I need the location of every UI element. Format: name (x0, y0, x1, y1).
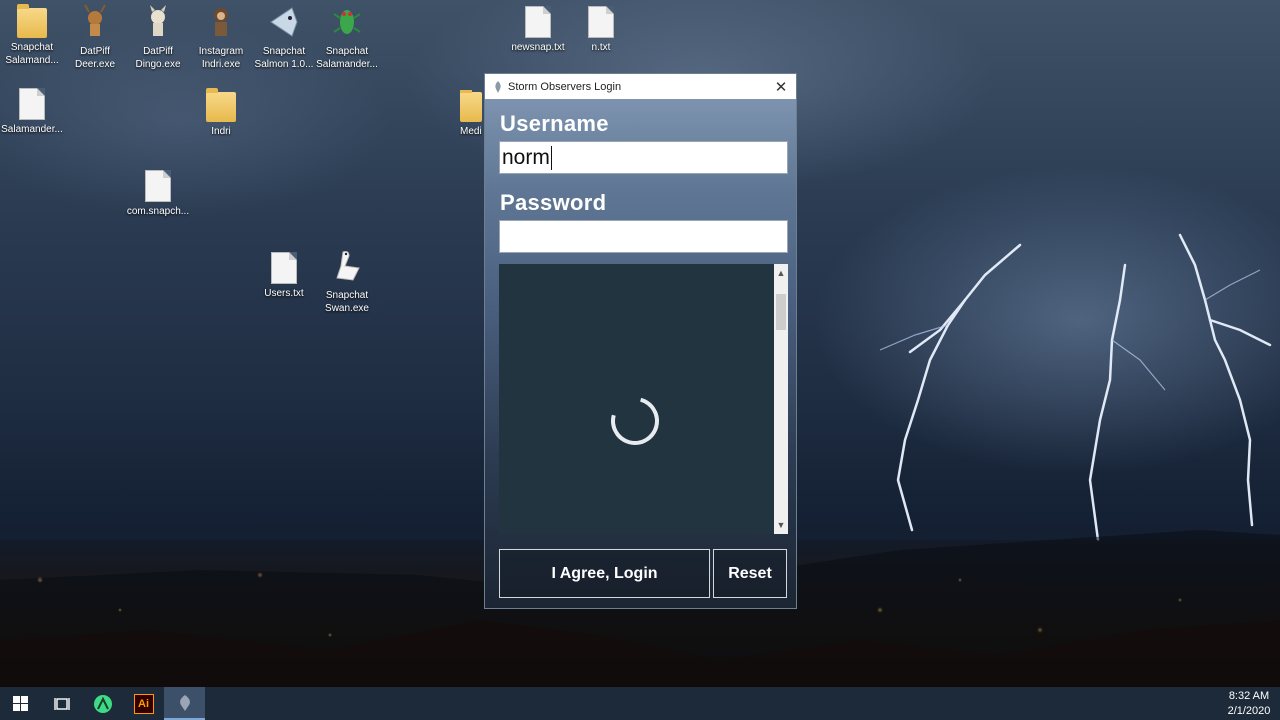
text-caret (550, 145, 552, 170)
illustrator-icon: Ai (133, 693, 154, 714)
task-view-button[interactable] (41, 687, 82, 720)
agree-login-label: I Agree, Login (551, 564, 658, 582)
folder-icon (17, 4, 47, 38)
desktop-icon-datpiff-dingo[interactable]: DatPiff Dingo.exe (126, 4, 190, 71)
desktop-icon-label: n.txt (591, 42, 611, 53)
desktop-icon-label: Users.txt (264, 288, 304, 299)
agree-login-button[interactable]: I Agree, Login (499, 549, 710, 598)
password-label: Password (500, 190, 607, 215)
taskbar-illustrator[interactable]: Ai (123, 687, 164, 720)
close-button[interactable]: ✕ (766, 74, 796, 99)
desktop-icon-snapchat-salmon[interactable]: Snapchat Salmon 1.0... (252, 4, 316, 71)
window-title: Storm Observers Login (508, 80, 622, 93)
scroll-up-icon[interactable]: ▲ (774, 266, 788, 280)
text-file-icon (19, 88, 45, 120)
deer-icon (84, 4, 106, 36)
swan-icon (336, 251, 360, 281)
desktop-icon-label: Snapchat Salamand... (5, 42, 59, 66)
desktop-icon-label: Snapchat Swan.exe (325, 290, 369, 314)
text-file-icon (588, 6, 614, 38)
desktop-icon-instagram-indri[interactable]: Instagram Indri.exe (189, 4, 253, 71)
desktop-icon-snapchat-salamander-folder[interactable]: Snapchat Salamand... (0, 4, 64, 67)
taskbar-storm-app[interactable] (164, 687, 205, 720)
desktop-icon-label: com.snapch... (126, 206, 190, 217)
desktop-icon-label: Instagram Indri.exe (198, 46, 244, 70)
taskbar-android-studio[interactable] (82, 687, 123, 720)
reset-label: Reset (728, 564, 772, 582)
scroll-down-icon[interactable]: ▼ (774, 518, 788, 532)
text-file-icon (525, 6, 551, 38)
desktop-icon-label: Snapchat Salamander... (316, 46, 378, 70)
desktop-icon-datpiff-deer[interactable]: DatPiff Deer.exe (63, 4, 127, 71)
desktop-icon-salamander-txt[interactable]: Salamander... (0, 88, 64, 136)
loading-spinner-icon (602, 388, 668, 454)
desktop-icon-com-snapch[interactable]: com.snapch... (126, 170, 190, 218)
desktop-icon-media-folder[interactable]: Medi (448, 90, 484, 138)
folder-icon (460, 90, 482, 122)
desktop-icon-label: Snapchat Salmon 1.0... (254, 46, 314, 70)
username-value: norm (502, 145, 550, 169)
android-studio-icon (93, 694, 112, 713)
start-button[interactable] (0, 687, 41, 720)
desktop-icon-label: Salamander... (1, 124, 63, 135)
terms-panel[interactable] (499, 264, 774, 534)
clock-time: 8:32 AM (1228, 689, 1270, 702)
salmon-icon (270, 7, 298, 37)
close-icon: ✕ (774, 78, 788, 96)
text-file-icon (145, 170, 171, 202)
scroll-thumb[interactable] (776, 294, 786, 330)
storm-app-icon (179, 694, 190, 711)
username-label: Username (500, 111, 609, 136)
window-titlebar[interactable]: Storm Observers Login ✕ (485, 74, 796, 99)
folder-icon (206, 88, 236, 122)
terms-scrollbar[interactable]: ▲ ▼ (774, 264, 788, 534)
task-view-icon (53, 697, 70, 710)
text-file-icon (271, 252, 297, 284)
desktop-icon-label: Indri (211, 126, 231, 137)
desktop-icon-label: DatPiff Dingo.exe (135, 46, 181, 70)
salamander-icon (333, 10, 361, 34)
storm-app-icon (495, 80, 501, 93)
illustrator-label: Ai (138, 697, 149, 710)
login-form: Username norm Password ▲ ▼ I Agree, Logi… (485, 99, 796, 608)
desktop-icon-label: Medi (460, 126, 482, 137)
desktop-icon-users-txt[interactable]: Users.txt (252, 252, 316, 300)
desktop-icon-newsnap-txt[interactable]: newsnap.txt (506, 6, 570, 54)
desktop-icon-label: DatPiff Deer.exe (74, 46, 116, 70)
desktop-icon-snapchat-swan[interactable]: Snapchat Swan.exe (315, 248, 379, 315)
indri-icon (214, 8, 228, 36)
desktop-icon-label: newsnap.txt (511, 42, 565, 53)
system-clock[interactable]: 8:32 AM 2/1/2020 (1218, 689, 1280, 719)
password-input[interactable] (499, 220, 788, 253)
login-window[interactable]: Storm Observers Login ✕ Username norm Pa… (484, 73, 797, 609)
clock-date: 2/1/2020 (1227, 704, 1271, 717)
desktop-icon-indri-folder[interactable]: Indri (189, 88, 253, 138)
dingo-icon (150, 5, 166, 36)
username-input[interactable]: norm (499, 141, 788, 174)
desktop-icon-n-txt[interactable]: n.txt (569, 6, 633, 54)
taskbar: Ai 8:32 AM 2/1/2020 (0, 687, 1280, 720)
reset-button[interactable]: Reset (713, 549, 787, 598)
desktop-icon-snapchat-salamander[interactable]: Snapchat Salamander... (315, 4, 379, 71)
start-icon (13, 696, 28, 711)
